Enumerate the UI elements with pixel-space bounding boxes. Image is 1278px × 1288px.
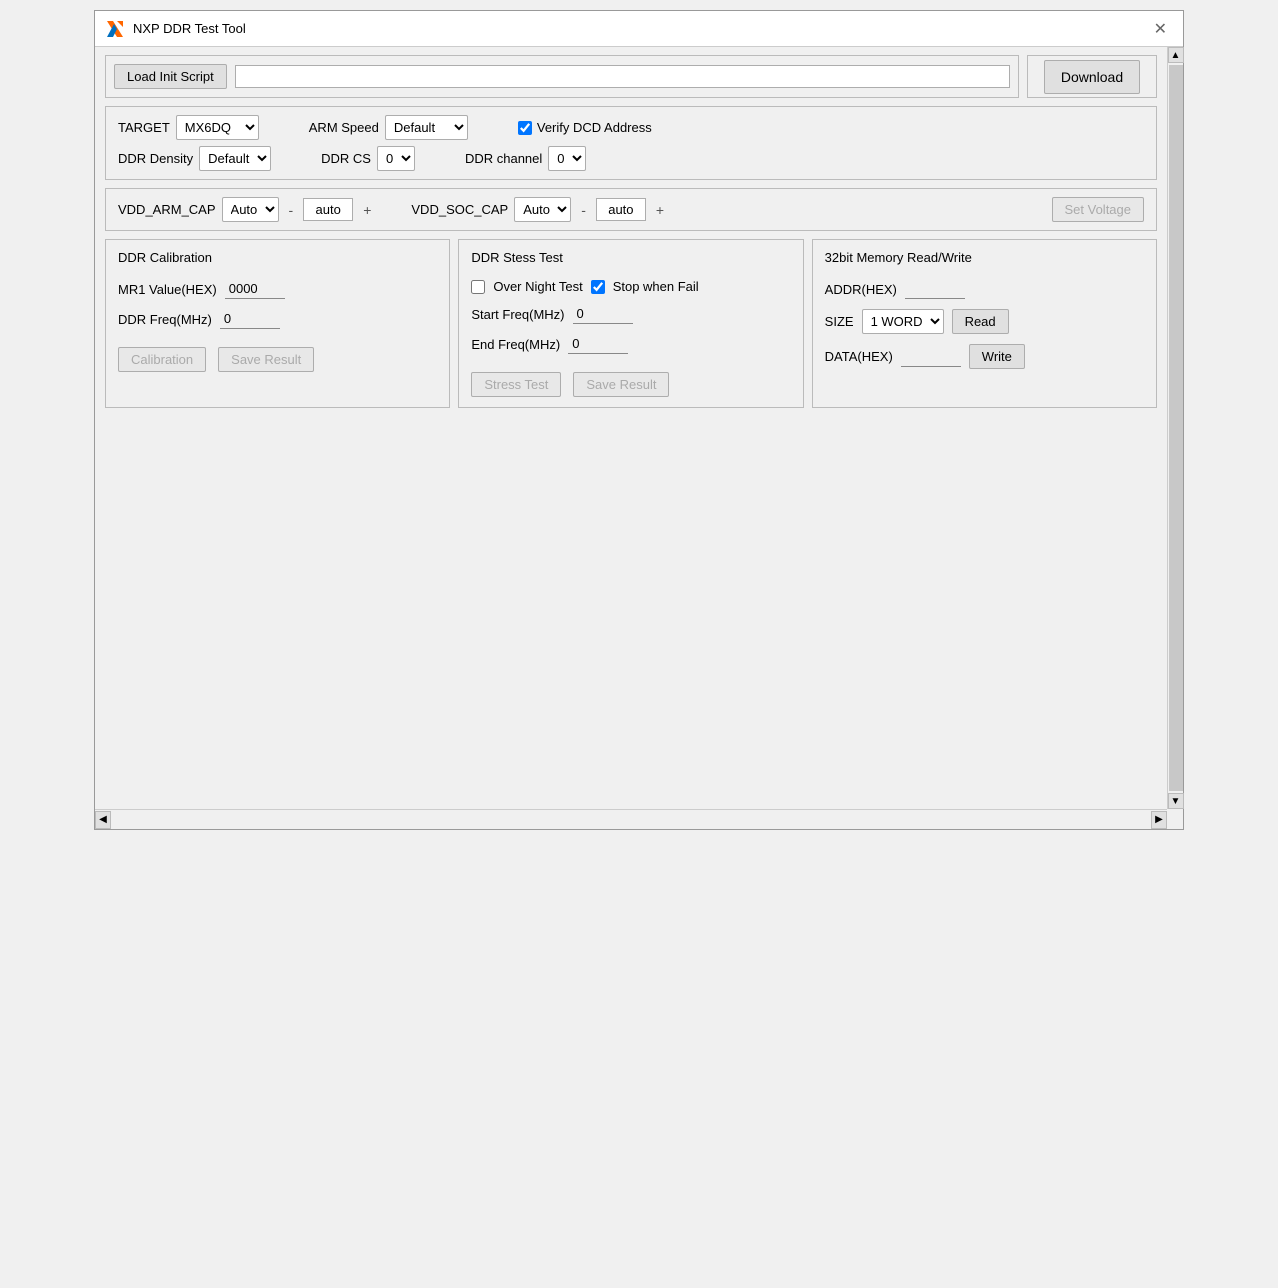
ddr-stress-test-panel: DDR Stess Test Over Night Test Stop when… [458,239,803,408]
vdd-arm-label: VDD_ARM_CAP [118,202,216,217]
mr1-field: MR1 Value(HEX) [118,279,437,299]
ddr-freq-label: DDR Freq(MHz) [118,312,212,327]
over-night-label: Over Night Test [493,279,582,294]
verify-dcd-label: Verify DCD Address [537,120,652,135]
scroll-up-button[interactable]: ▲ [1168,47,1184,63]
horizontal-scrollbar[interactable]: ◀ ▶ [95,809,1167,829]
ddr-cs-select[interactable]: 0 1 [377,146,415,171]
addr-field: ADDR(HEX) [825,279,1144,299]
start-freq-label: Start Freq(MHz) [471,307,564,322]
calibration-title: DDR Calibration [118,250,437,265]
vdd-arm-value: auto [303,198,353,221]
voltage-panel: VDD_ARM_CAP Auto 0.9V 1.0V - auto + VDD_… [105,188,1157,231]
verify-dcd-field: Verify DCD Address [518,120,652,135]
load-script-panel: Load Init Script [105,55,1019,98]
vdd-soc-group: VDD_SOC_CAP Auto 0.9V 1.0V - auto + [411,197,668,222]
size-select[interactable]: 1 WORD 2 WORD 4 WORD 8 WORD [862,309,944,334]
vdd-arm-group: VDD_ARM_CAP Auto 0.9V 1.0V - auto + [118,197,375,222]
bottom-panels: DDR Calibration MR1 Value(HEX) DDR Freq(… [105,239,1157,408]
ddr-channel-field: DDR channel 0 1 [465,146,586,171]
vdd-soc-select[interactable]: Auto 0.9V 1.0V [514,197,571,222]
vdd-arm-select[interactable]: Auto 0.9V 1.0V [222,197,279,222]
data-input[interactable] [901,347,961,367]
data-label: DATA(HEX) [825,349,893,364]
main-window: NXP DDR Test Tool ✕ Load Init Script Dow… [94,10,1184,830]
memory-rw-title: 32bit Memory Read/Write [825,250,1144,265]
scroll-left-button[interactable]: ◀ [95,811,111,829]
ddr-density-select[interactable]: Default 256MB 512MB [199,146,271,171]
ddr-channel-label: DDR channel [465,151,542,166]
addr-label: ADDR(HEX) [825,282,897,297]
settings-row-1: TARGET MX6DQ MX6SDL MX6SX ARM Speed Defa… [118,115,1144,140]
vdd-soc-minus-button[interactable]: - [577,200,590,220]
scroll-down-button[interactable]: ▼ [1168,793,1184,809]
set-voltage-button[interactable]: Set Voltage [1052,197,1145,222]
stop-when-fail-checkbox[interactable] [591,280,605,294]
ddr-cs-label: DDR CS [321,151,371,166]
nxp-logo-icon [105,19,125,39]
read-button[interactable]: Read [952,309,1009,334]
title-bar: NXP DDR Test Tool ✕ [95,11,1183,47]
memory-rw-panel: 32bit Memory Read/Write ADDR(HEX) SIZE 1… [812,239,1157,408]
vdd-arm-plus-button[interactable]: + [359,200,375,220]
ddr-cs-field: DDR CS 0 1 [321,146,415,171]
ddr-channel-select[interactable]: 0 1 [548,146,586,171]
ddr-calibration-panel: DDR Calibration MR1 Value(HEX) DDR Freq(… [105,239,450,408]
title-bar-left: NXP DDR Test Tool [105,19,246,39]
settings-row-2: DDR Density Default 256MB 512MB DDR CS 0… [118,146,1144,171]
vdd-arm-minus-button[interactable]: - [285,200,298,220]
row1-section: Load Init Script Download [105,55,1157,98]
verify-dcd-checkbox[interactable] [518,121,532,135]
end-freq-label: End Freq(MHz) [471,337,560,352]
calibration-buttons: Calibration Save Result [118,347,437,372]
main-content: Load Init Script Download TARGET MX6DQ M… [95,47,1183,416]
scroll-right-button[interactable]: ▶ [1151,811,1167,829]
stress-test-button[interactable]: Stress Test [471,372,561,397]
download-panel: Download [1027,55,1157,98]
download-button[interactable]: Download [1044,60,1140,94]
vdd-soc-plus-button[interactable]: + [652,200,668,220]
end-freq-field: End Freq(MHz) [471,334,790,354]
vdd-soc-value: auto [596,198,646,221]
scroll-thumb[interactable] [1169,65,1183,791]
stress-options: Over Night Test Stop when Fail [471,279,790,294]
stress-save-result-button[interactable]: Save Result [573,372,669,397]
arm-speed-label: ARM Speed [309,120,379,135]
size-label: SIZE [825,314,854,329]
target-settings-panel: TARGET MX6DQ MX6SDL MX6SX ARM Speed Defa… [105,106,1157,180]
calibration-button[interactable]: Calibration [118,347,206,372]
window-title: NXP DDR Test Tool [133,21,246,36]
end-freq-input[interactable] [568,334,628,354]
mr1-input[interactable] [225,279,285,299]
script-path-input[interactable] [235,65,1010,88]
stop-when-fail-label: Stop when Fail [613,279,699,294]
ddr-freq-input[interactable] [220,309,280,329]
ddr-freq-field: DDR Freq(MHz) [118,309,437,329]
ddr-density-field: DDR Density Default 256MB 512MB [118,146,271,171]
over-night-checkbox[interactable] [471,280,485,294]
target-field: TARGET MX6DQ MX6SDL MX6SX [118,115,259,140]
stress-test-buttons: Stress Test Save Result [471,372,790,397]
target-label: TARGET [118,120,170,135]
arm-speed-field: ARM Speed Default 396 MHz 528 MHz [309,115,468,140]
data-field: DATA(HEX) Write [825,344,1144,369]
target-select[interactable]: MX6DQ MX6SDL MX6SX [176,115,259,140]
ddr-density-label: DDR Density [118,151,193,166]
arm-speed-select[interactable]: Default 396 MHz 528 MHz [385,115,468,140]
calibration-save-result-button[interactable]: Save Result [218,347,314,372]
size-field: SIZE 1 WORD 2 WORD 4 WORD 8 WORD Read [825,309,1144,334]
addr-input[interactable] [905,279,965,299]
write-button[interactable]: Write [969,344,1025,369]
stress-test-title: DDR Stess Test [471,250,790,265]
vertical-scrollbar[interactable]: ▲ ▼ [1167,47,1183,809]
start-freq-field: Start Freq(MHz) [471,304,790,324]
vdd-soc-label: VDD_SOC_CAP [411,202,508,217]
mr1-label: MR1 Value(HEX) [118,282,217,297]
close-button[interactable]: ✕ [1148,17,1173,41]
load-init-script-button[interactable]: Load Init Script [114,64,227,89]
start-freq-input[interactable] [573,304,633,324]
